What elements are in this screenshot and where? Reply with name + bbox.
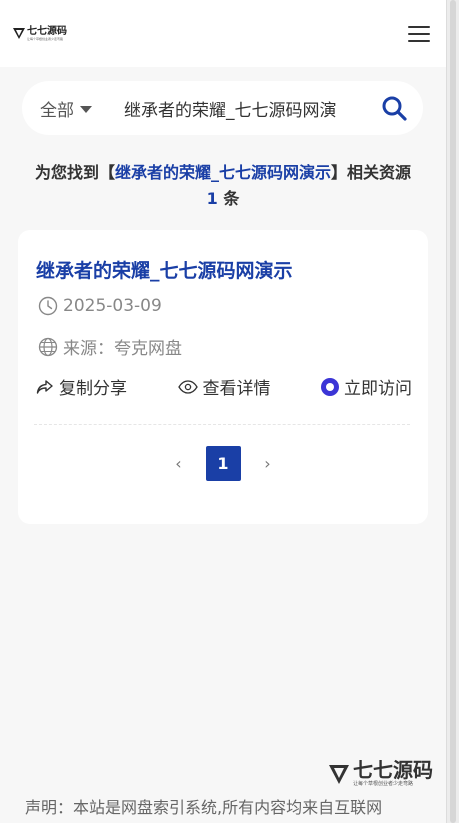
prev-page-button[interactable]: ‹ [170,454,188,473]
copy-share-button[interactable]: 复制分享 [36,374,127,399]
visit-label: 立即访问 [344,379,412,399]
result-date: 2025-03-09 [38,296,162,316]
page-number-current[interactable]: 1 [205,446,241,481]
search-bar: 全部 继承者的荣耀_七七源码网演 [22,81,423,135]
summary-prefix: 为您找到【 [34,163,115,182]
summary-count: 1 [206,189,218,208]
search-icon[interactable] [381,95,407,121]
search-input[interactable]: 继承者的荣耀_七七源码网演 [124,96,357,121]
logo-mark-icon [329,764,349,784]
footer-logo: 七七源码 让每个草根创业者少走弯路 [328,760,433,787]
page: 七七源码 让每个草根创业者少走弯路 全部 继承者的荣耀_七七源码网演 为您找到【… [0,0,446,823]
logo-text: 七七源码 [27,25,67,37]
result-actions: 复制分享 查看详情 立即访问 [36,374,412,399]
view-detail-button[interactable]: 查看详情 [177,374,271,399]
result-summary: 为您找到【继承者的荣耀_七七源码网演示】相关资源 1 条 [18,160,428,212]
copy-share-label: 复制分享 [59,379,127,399]
result-source: 来源：夸克网盘 [38,334,182,359]
caret-down-icon [80,105,92,113]
globe-icon [38,337,58,356]
share-arrow-icon [36,379,53,394]
clock-icon [38,296,58,316]
pagination: ‹ 1 › [18,446,428,481]
summary-suffix: 条 [223,189,240,208]
card-divider [34,424,410,425]
category-dropdown[interactable]: 全部 [40,96,124,121]
result-title-link[interactable]: 继承者的荣耀_七七源码网演示 [36,256,293,283]
eye-icon [177,379,198,394]
footer-disclaimer: 声明：本站是网盘索引系统,所有内容均来自互联网 [25,798,383,817]
view-detail-label: 查看详情 [202,379,271,399]
category-label: 全部 [40,100,74,121]
date-text: 2025-03-09 [63,296,162,316]
hamburger-menu-icon[interactable] [408,25,430,43]
summary-middle: 】相关资源 [331,163,412,182]
result-card: 继承者的荣耀_七七源码网演示 2025-03-09 来源：夸克网盘 复制分享 查… [18,230,428,524]
scrollbar[interactable] [446,0,459,823]
next-page-button[interactable]: › [259,454,277,473]
top-header: 七七源码 让每个草根创业者少走弯路 [0,0,446,67]
summary-keyword: 继承者的荣耀_七七源码网演示 [114,163,331,182]
logo-mark-icon [13,28,25,39]
scrollbar-thumb[interactable] [450,0,456,823]
logo-subtext: 让每个草根创业者少走弯路 [27,36,64,41]
visit-button[interactable]: 立即访问 [321,374,412,399]
footer-logo-text: 七七源码 [353,758,433,782]
visit-dot-icon [321,377,339,396]
site-logo[interactable]: 七七源码 让每个草根创业者少走弯路 [13,25,67,41]
source-text: 来源：夸克网盘 [63,339,182,359]
